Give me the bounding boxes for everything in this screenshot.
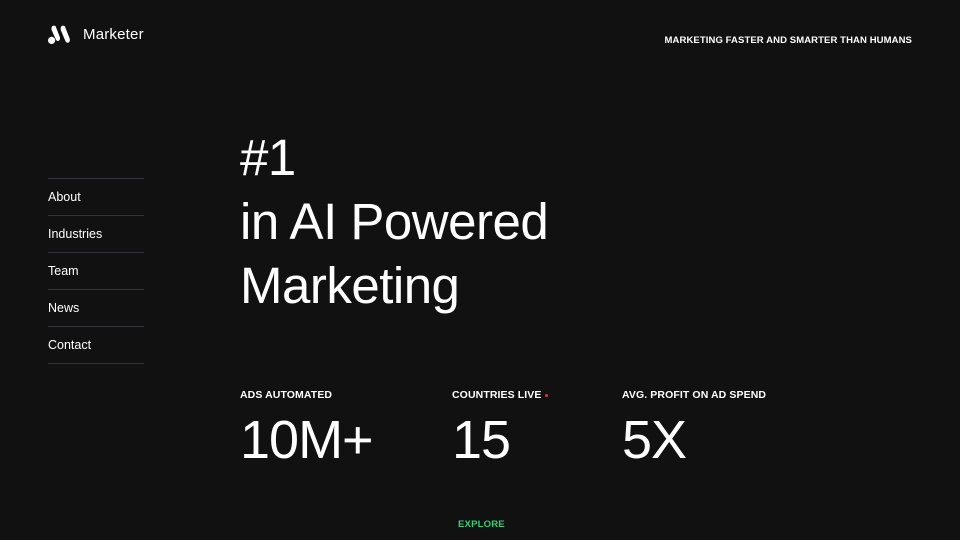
stat-value: 10M+ <box>240 410 374 470</box>
brand-logo[interactable]: Marketer <box>48 25 144 44</box>
nav-item-news[interactable]: News <box>48 290 144 327</box>
hero-headline: #1 in AI Powered Marketing <box>240 126 549 318</box>
live-indicator-dot <box>544 393 548 397</box>
stat-ads-automated: ADS AUTOMATED 10M+ <box>240 388 374 470</box>
nav-item-team[interactable]: Team <box>48 253 144 290</box>
hero-line-subject: in AI Powered <box>240 193 549 250</box>
stat-value: 15 <box>452 410 511 470</box>
nav-item-contact[interactable]: Contact <box>48 327 144 364</box>
brand-name: Marketer <box>83 26 144 43</box>
stat-label: COUNTRIES LIVE <box>452 389 542 401</box>
marketer-logo-icon <box>48 25 70 44</box>
side-navigation: About Industries Team News Contact <box>48 178 144 364</box>
landing-page: Marketer MARKETING FASTER AND SMARTER TH… <box>0 0 960 540</box>
hero-line-field: Marketing <box>240 257 460 314</box>
nav-item-industries[interactable]: Industries <box>48 216 144 253</box>
stat-profit-on-ad-spend: AVG. PROFIT ON AD SPEND 5X <box>622 388 766 470</box>
stat-label: ADS AUTOMATED <box>240 389 333 401</box>
stat-label: AVG. PROFIT ON AD SPEND <box>622 389 767 401</box>
stat-value: 5X <box>622 410 687 470</box>
stat-label-row: COUNTRIES LIVE <box>452 388 548 402</box>
stat-countries-live: COUNTRIES LIVE 15 <box>452 388 548 470</box>
nav-item-about[interactable]: About <box>48 179 144 216</box>
hero-line-rank: #1 <box>240 129 296 186</box>
explore-link[interactable]: EXPLORE <box>458 519 505 530</box>
header-tagline: MARKETING FASTER AND SMARTER THAN HUMANS <box>664 35 912 46</box>
